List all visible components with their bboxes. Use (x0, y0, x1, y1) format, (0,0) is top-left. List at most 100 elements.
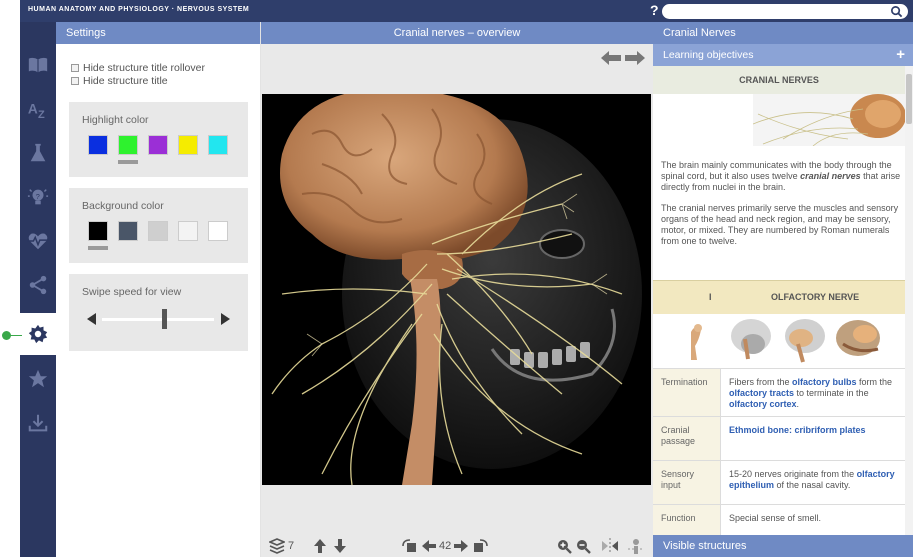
link-ethmoid-bone[interactable]: Ethmoid bone: cribriform plates (729, 425, 866, 435)
highlight-color-label: Highlight color (82, 114, 149, 126)
learning-objectives-bar[interactable]: Learning objectives + (653, 44, 913, 66)
svg-text:A: A (28, 102, 38, 117)
cranial-nerves-model-image[interactable] (262, 94, 651, 485)
section-heading: CRANIAL NERVES (653, 66, 905, 94)
hide-title-label: Hide structure title (83, 75, 168, 87)
app-header: HUMAN ANATOMY AND PHYSIOLOGY · NERVOUS S… (20, 0, 913, 22)
highlight-color-swatch[interactable] (118, 135, 138, 155)
reset-view-icon[interactable] (627, 538, 645, 554)
row-text: form the (856, 377, 893, 387)
row-label: Sensory input (653, 461, 721, 504)
highlight-color-swatch[interactable] (208, 135, 228, 155)
highlight-color-swatch[interactable] (178, 135, 198, 155)
highlight-color-card: Highlight color (69, 102, 248, 177)
lightbulb-icon[interactable]: ? (20, 176, 56, 218)
download-icon[interactable] (20, 402, 56, 444)
info-panel-title: Cranial Nerves (653, 22, 913, 44)
row-text: of the nasal cavity. (774, 480, 851, 490)
view-title: Cranial nerves – overview (261, 22, 653, 44)
link-olfactory-bulbs[interactable]: olfactory bulbs (792, 377, 857, 387)
background-color-swatch[interactable] (118, 221, 138, 241)
background-color-card: Background color (69, 188, 248, 263)
cranial-nerves-thumbnail (753, 94, 905, 146)
intro-paragraph: The brain mainly communicates with the b… (661, 160, 901, 193)
slider-decrease-arrow[interactable] (87, 313, 96, 325)
visible-structures-bar[interactable]: Visible structures (653, 535, 913, 557)
back-arrow-icon[interactable] (601, 51, 621, 65)
hide-rollover-label: Hide structure title rollover (83, 62, 205, 74)
star-icon[interactable] (20, 358, 56, 400)
viewer-toolbar: 7 42 (261, 535, 653, 557)
arrow-down-icon[interactable] (333, 539, 347, 553)
detail-row-sensory-input: Sensory input 15-20 nerves originate fro… (653, 460, 905, 504)
row-text: Fibers from the (729, 377, 793, 387)
book-icon[interactable] (20, 44, 56, 86)
layers-count: 7 (288, 540, 295, 552)
hide-title-option[interactable]: Hide structure title (71, 75, 168, 87)
mirror-icon[interactable] (601, 538, 619, 554)
highlight-color-swatch[interactable] (88, 135, 108, 155)
layers-icon[interactable] (269, 538, 285, 554)
row-label: Termination (653, 369, 721, 416)
info-scrollbar[interactable] (905, 66, 913, 535)
link-olfactory-tracts[interactable]: olfactory tracts (729, 388, 794, 398)
main-nav-rail: AZ ? (20, 22, 56, 557)
hide-title-checkbox[interactable] (71, 77, 79, 85)
detail-row-termination: Termination Fibers from the olfactory bu… (653, 368, 905, 416)
background-color-swatch[interactable] (148, 221, 168, 241)
scrollbar-thumb[interactable] (906, 74, 912, 124)
zoom-out-icon[interactable] (576, 539, 591, 554)
slider-increase-arrow[interactable] (221, 313, 230, 325)
info-content[interactable]: CRANIAL NERVES The brain mainly communic… (653, 66, 905, 535)
row-text: 15-20 nerves originate from the (729, 469, 857, 479)
row-value: 15-20 nerves originate from the olfactor… (721, 461, 905, 499)
settings-panel: Settings Hide structure title rollover H… (56, 22, 261, 557)
rotate-left-icon[interactable] (401, 538, 419, 554)
link-olfactory-cortex[interactable]: olfactory cortex (729, 399, 797, 409)
forward-arrow-icon[interactable] (625, 51, 645, 65)
rotate-right-icon[interactable] (471, 538, 489, 554)
row-text: Special sense of smell. (729, 513, 822, 523)
settings-title: Settings (56, 22, 260, 44)
arrow-right-icon[interactable] (454, 539, 469, 553)
settings-gear-icon[interactable] (20, 313, 56, 355)
detail-row-function: Function Special sense of smell. (653, 504, 905, 535)
help-button[interactable]: ? (650, 2, 659, 18)
background-color-swatch[interactable] (178, 221, 198, 241)
background-color-swatch[interactable] (88, 221, 108, 241)
anatomy-3d-view[interactable] (262, 94, 651, 485)
arrow-left-icon[interactable] (422, 539, 436, 553)
nerve-name: OLFACTORY NERVE (771, 292, 860, 302)
row-value: Ethmoid bone: cribriform plates (721, 417, 905, 444)
highlight-color-swatch[interactable] (148, 135, 168, 155)
expand-plus-icon[interactable]: + (896, 44, 905, 66)
background-color-swatch[interactable] (208, 221, 228, 241)
lab-flask-icon[interactable] (20, 132, 56, 174)
app-title: HUMAN ANATOMY AND PHYSIOLOGY · NERVOUS S… (28, 6, 250, 13)
swipe-speed-slider[interactable] (102, 318, 214, 321)
search-input[interactable] (662, 4, 908, 19)
olfactory-nerve-images[interactable] (653, 314, 905, 368)
nerve-heading-row[interactable]: I OLFACTORY NERVE (653, 280, 905, 314)
background-color-selected-marker (88, 246, 108, 250)
zoom-in-icon[interactable] (557, 539, 572, 554)
hide-rollover-option[interactable]: Hide structure title rollover (71, 62, 205, 74)
row-label: Cranial passage (653, 417, 721, 460)
glossary-az-icon[interactable]: AZ (20, 88, 56, 130)
row-label: Function (653, 505, 721, 535)
active-indicator-line (10, 335, 22, 336)
pulse-heart-icon[interactable] (20, 220, 56, 262)
viewer-panel: Cranial nerves – overview 7 42 (261, 22, 653, 557)
view-stepper: 42 (401, 538, 489, 554)
learning-objectives-label: Learning objectives (663, 49, 754, 61)
hide-rollover-checkbox[interactable] (71, 64, 79, 72)
layers-control[interactable]: 7 (269, 538, 294, 554)
row-value: Fibers from the olfactory bulbs form the… (721, 369, 905, 418)
search-icon[interactable] (890, 5, 903, 18)
share-icon[interactable] (20, 264, 56, 306)
swipe-speed-label: Swipe speed for view (82, 286, 182, 298)
slider-thumb[interactable] (161, 309, 167, 329)
second-paragraph: The cranial nerves primarily serve the m… (661, 203, 899, 246)
arrow-up-icon[interactable] (313, 539, 327, 553)
view-number: 42 (439, 540, 452, 552)
